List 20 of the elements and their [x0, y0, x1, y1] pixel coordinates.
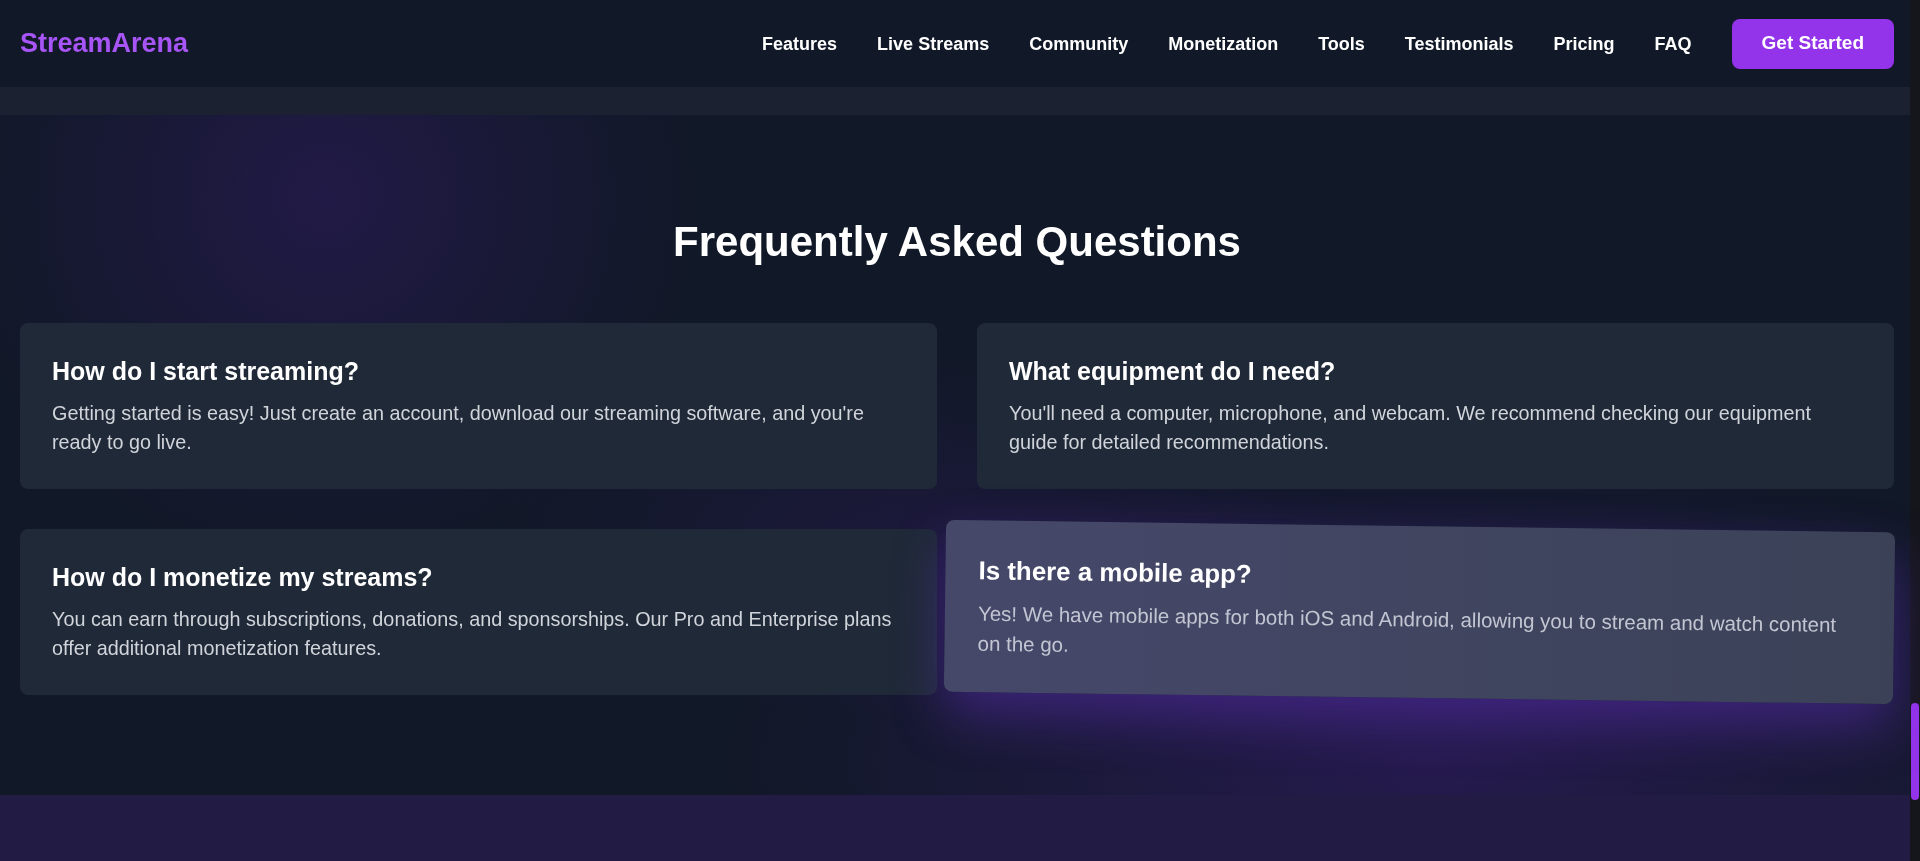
nav-link[interactable]: Community — [1029, 29, 1129, 58]
nav-link[interactable]: Monetization — [1168, 29, 1279, 58]
question-title: How do I monetize my streams? — [52, 562, 434, 593]
nav-link[interactable]: Live Streams — [877, 29, 990, 58]
answer-text: Getting started is easy! Just create an account, download our streaming software, and you're ready to go live. — [52, 401, 865, 455]
nav-link[interactable]: Testimonials — [1404, 29, 1514, 58]
get-started-button[interactable]: Get Started — [1731, 18, 1894, 69]
nav-link[interactable]: Tools — [1318, 29, 1365, 58]
answer-text: Yes! We have mobile apps for both iOS and Android, allowing you to stream and watch content on the go. — [977, 601, 1838, 659]
scrollbar-thumb[interactable] — [1911, 703, 1919, 800]
brand-logo[interactable]: StreamArena — [20, 23, 189, 64]
question-title: How do I start streaming? — [52, 356, 360, 387]
answer-text: You'll need a computer, microphone, and webcam. We recommend checking our equipment guide for detailed recommendations. — [1009, 401, 1813, 455]
faq-title: Frequently Asked Questions — [672, 217, 1242, 267]
answer-text: You can earn through subscriptions, donations, and sponsorships. Our Pro and Enterprise plans offer additional monetization features. — [52, 607, 893, 661]
question-title: What equipment do I need? — [1009, 356, 1337, 387]
nav-link[interactable]: FAQ — [1654, 29, 1692, 58]
nav-link[interactable]: Features — [762, 29, 838, 58]
question-title: Is there a mobile app? — [978, 554, 1253, 591]
nav-link[interactable]: Pricing — [1553, 29, 1615, 58]
